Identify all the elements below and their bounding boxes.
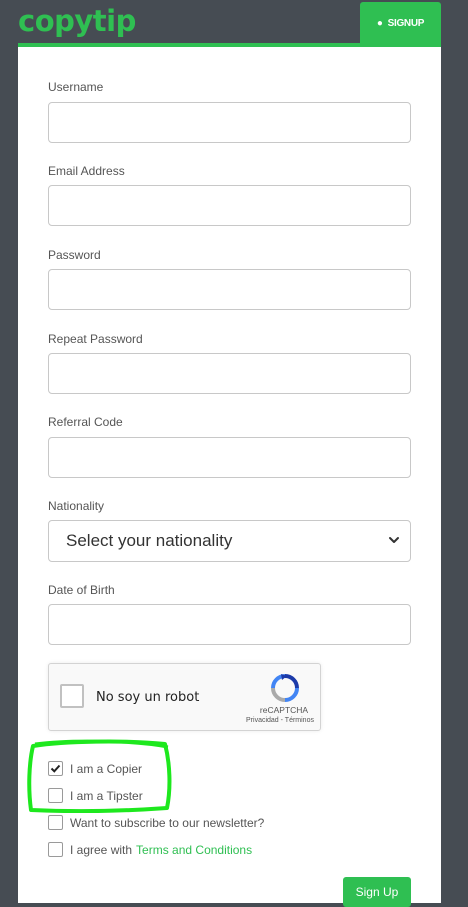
recaptcha-brand: reCAPTCHA xyxy=(259,705,309,715)
nationality-selected-value: Select your nationality xyxy=(66,531,233,550)
signup-tab-label: SIGNUP xyxy=(387,18,425,29)
terms-checkbox[interactable] xyxy=(48,842,63,857)
highlight-annotation xyxy=(27,739,172,813)
signup-submit-button[interactable]: Sign Up xyxy=(343,877,411,907)
referral-code-input[interactable] xyxy=(48,437,411,478)
recaptcha-logo-icon xyxy=(271,674,299,702)
nationality-label: Nationality xyxy=(48,499,105,513)
terms-checkbox-row[interactable]: I agree with Terms and Conditions xyxy=(48,842,252,857)
user-icon: ● xyxy=(376,18,383,29)
newsletter-checkbox-row[interactable]: Want to subscribe to our newsletter? xyxy=(48,815,264,830)
username-input[interactable] xyxy=(48,102,411,143)
repeat-password-input[interactable] xyxy=(48,353,411,394)
password-label: Password xyxy=(48,248,101,262)
nationality-select[interactable]: Select your nationality xyxy=(48,520,411,562)
recaptcha-text: No soy un robot xyxy=(96,690,200,705)
recaptcha-links: Privacidad - Términos xyxy=(246,717,314,724)
terms-checkbox-label: I agree with xyxy=(70,842,133,857)
referral-code-label: Referral Code xyxy=(48,415,123,429)
email-input[interactable] xyxy=(48,185,411,226)
chevron-down-icon xyxy=(389,537,399,543)
email-label: Email Address xyxy=(48,164,125,178)
repeat-password-label: Repeat Password xyxy=(48,332,143,346)
dob-label: Date of Birth xyxy=(48,583,115,597)
password-input[interactable] xyxy=(48,269,411,310)
recaptcha-widget: No soy un robot reCAPTCHA Privacidad - T… xyxy=(48,663,321,731)
dob-input[interactable] xyxy=(48,604,411,645)
signup-tab[interactable]: ● SIGNUP xyxy=(360,2,441,45)
username-label: Username xyxy=(48,80,104,94)
terms-link[interactable]: Terms and Conditions xyxy=(136,843,252,857)
newsletter-checkbox-label: Want to subscribe to our newsletter? xyxy=(70,815,265,830)
recaptcha-checkbox[interactable] xyxy=(60,684,84,708)
copytip-logo: copytip xyxy=(18,4,136,38)
newsletter-checkbox[interactable] xyxy=(48,815,63,830)
